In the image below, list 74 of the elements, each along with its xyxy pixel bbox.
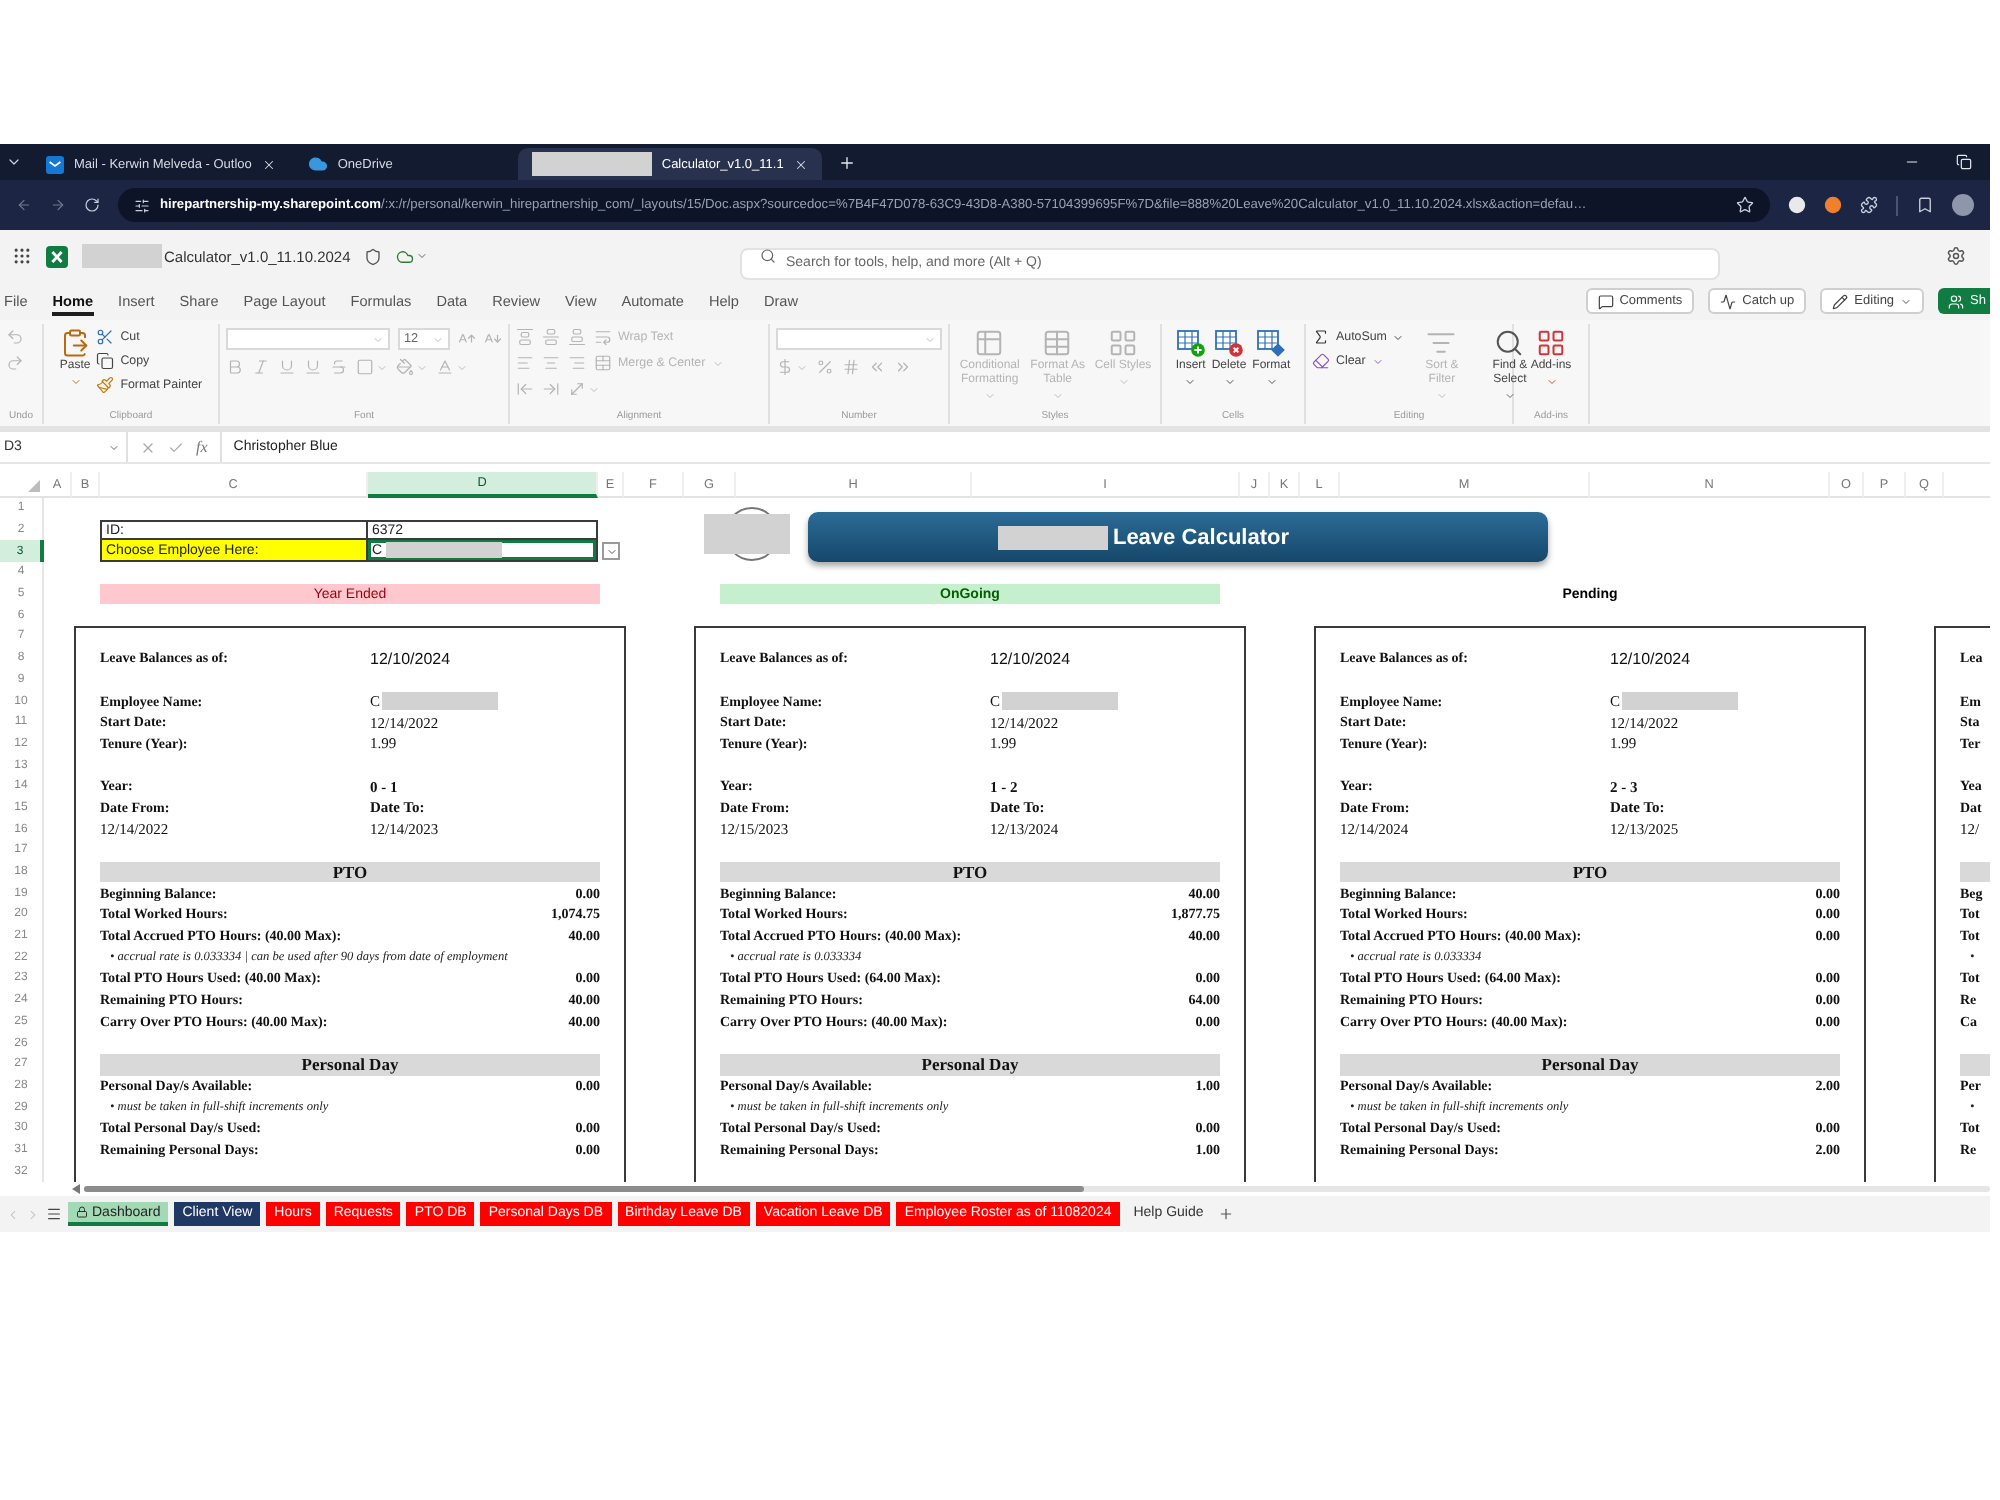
back-icon[interactable]: [16, 196, 32, 214]
field-value: 12/10/2024: [370, 649, 451, 668]
scissors-icon: [96, 328, 115, 346]
section-header: PTO: [1340, 861, 1840, 883]
redaction-block: [998, 525, 1109, 550]
section-header: [1960, 1053, 1990, 1076]
puzzle-icon[interactable]: [1860, 196, 1878, 214]
section-header: Personal Day: [100, 1053, 600, 1076]
chevron-left-icon[interactable]: [6, 1207, 20, 1222]
redacted-logo: [704, 506, 792, 563]
caret-icon: [108, 441, 120, 453]
grid-icon: [1108, 328, 1138, 358]
forward-icon[interactable]: [50, 196, 66, 214]
dropdown-button[interactable]: [602, 542, 620, 561]
bookmark-icon[interactable]: [1916, 196, 1934, 214]
scrollbar-thumb[interactable]: [84, 1186, 1084, 1193]
plus-icon[interactable]: [1217, 1206, 1234, 1223]
corner-triangle-icon[interactable]: [28, 480, 40, 492]
scroll-left-icon[interactable]: [72, 1184, 80, 1195]
settings-icon[interactable]: [1946, 246, 1966, 266]
field-value: 12/10/2024: [1610, 649, 1691, 668]
eraser-icon: [1312, 352, 1330, 370]
field-value: 12/10/2024: [990, 649, 1071, 668]
reload-icon[interactable]: [84, 196, 100, 214]
spreadsheet-logo-icon[interactable]: [46, 245, 68, 267]
clipboard-icon: [60, 328, 91, 358]
check-icon[interactable]: [168, 439, 184, 455]
sliders-icon[interactable]: [134, 197, 150, 213]
table-icon: [974, 328, 1005, 358]
pencil-icon: [1832, 293, 1849, 309]
caret-icon: [605, 545, 617, 558]
section-header: Personal Day: [1340, 1053, 1840, 1076]
tab-menu-icon[interactable]: [6, 154, 22, 170]
star-icon[interactable]: [1736, 196, 1754, 214]
new-tab-icon[interactable]: [837, 153, 856, 171]
people-icon: [1948, 293, 1965, 309]
shield-icon[interactable]: [364, 247, 383, 265]
redaction-block: [82, 244, 162, 268]
close-icon[interactable]: [793, 157, 808, 171]
cancel-icon[interactable]: [140, 439, 156, 455]
restore-icon[interactable]: [1956, 154, 1972, 170]
banner-title: Leave Calculator: [1112, 525, 1290, 550]
delete-cells-icon: [1214, 328, 1244, 358]
chevron-right-icon[interactable]: [26, 1207, 40, 1222]
pulse-icon: [1720, 293, 1737, 309]
format-cells-icon: [1256, 328, 1287, 358]
sigma-icon: [1312, 328, 1330, 346]
mail-app-icon: [46, 155, 64, 173]
copy-icon: [96, 352, 115, 370]
insert-cells-icon: [1175, 328, 1206, 358]
address-bar[interactable]: [118, 188, 1770, 222]
section-header: PTO: [720, 861, 1220, 883]
filter-icon: [1426, 328, 1457, 358]
section-header: PTO: [100, 861, 600, 883]
close-icon[interactable]: [261, 157, 276, 171]
cloud-icon[interactable]: [396, 247, 415, 265]
horizontal-scrollbar[interactable]: [84, 1186, 1990, 1193]
function-button[interactable]: fx: [196, 438, 208, 456]
app-launcher-icon[interactable]: [12, 246, 32, 266]
paintbrush-icon: [96, 376, 115, 394]
section-header: Personal Day: [720, 1053, 1220, 1076]
cloud-icon: [307, 154, 328, 174]
search-icon: [1494, 328, 1525, 358]
table-icon: [1042, 328, 1073, 358]
wrap-text-icon: [594, 328, 612, 346]
avatar-icon[interactable]: [1952, 194, 1974, 216]
comment-icon: [1597, 293, 1614, 309]
section-header: [1960, 861, 1990, 883]
search-icon: [760, 248, 776, 264]
menu-icon[interactable]: [46, 1206, 62, 1223]
redaction-block: [531, 152, 652, 176]
merge-cells-icon: [594, 354, 612, 372]
caret-icon: [416, 250, 429, 262]
grid-icon: [1536, 328, 1566, 358]
